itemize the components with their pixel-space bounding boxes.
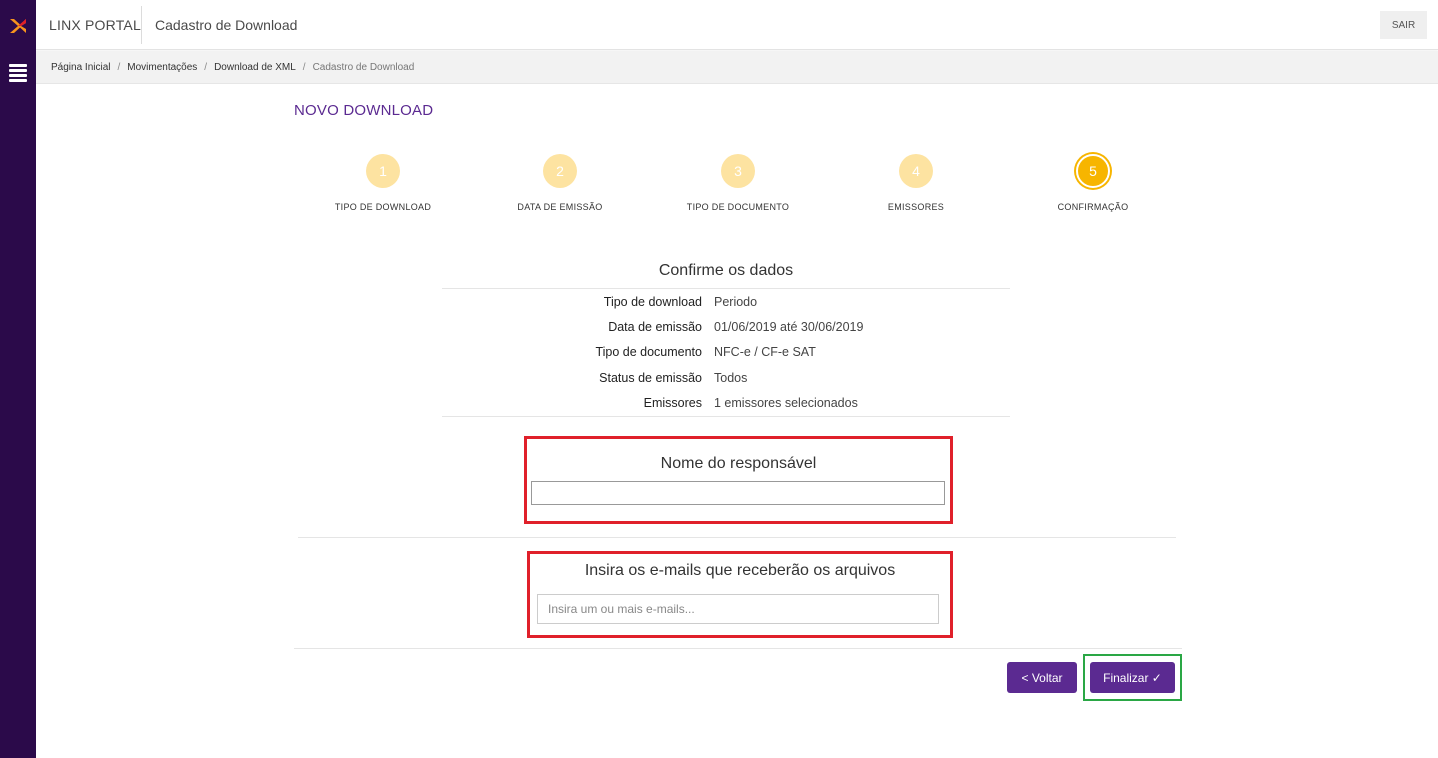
divider — [442, 416, 1010, 417]
breadcrumb-separator: / — [302, 61, 306, 73]
divider — [298, 537, 1176, 538]
summary-value: Periodo — [714, 294, 758, 309]
menu-icon[interactable] — [9, 64, 27, 82]
finish-button[interactable]: Finalizar ✓ — [1090, 662, 1175, 693]
step-label: CONFIRMAÇÃO — [1057, 202, 1129, 212]
step-tipo-download[interactable]: 1 TIPO DE DOWNLOAD — [308, 150, 458, 212]
top-bar: LINX PORTAL Cadastro de Download SAIR — [36, 0, 1438, 50]
summary-value: 1 emissores selecionados — [714, 395, 858, 410]
confirm-summary: Tipo de download Periodo Data de emissão… — [442, 289, 1010, 415]
step-number: 5 — [1076, 154, 1110, 188]
step-tipo-documento[interactable]: 3 TIPO DE DOCUMENTO — [663, 150, 813, 212]
responsible-title: Nome do responsável — [660, 455, 817, 472]
wizard-steps: 1 TIPO DE DOWNLOAD 2 DATA DE EMISSÃO 3 T… — [294, 150, 1182, 220]
divider — [294, 648, 1182, 649]
emails-section: Insira os e-mails que receberão os arqui… — [527, 551, 953, 638]
responsible-name-input[interactable] — [531, 481, 945, 505]
breadcrumb-movimentacoes[interactable]: Movimentações — [127, 62, 197, 73]
breadcrumb-download-xml[interactable]: Download de XML — [214, 62, 296, 73]
summary-key: Data de emissão — [608, 319, 702, 334]
step-number: 1 — [366, 154, 400, 188]
summary-row: Tipo de download Periodo — [442, 289, 1010, 314]
summary-value: 01/06/2019 até 30/06/2019 — [714, 319, 864, 334]
step-number: 4 — [899, 154, 933, 188]
logout-button[interactable]: SAIR — [1380, 11, 1427, 39]
breadcrumb: Página Inicial / Movimentações / Downloa… — [36, 51, 1438, 84]
summary-key: Tipo de download — [603, 294, 702, 309]
summary-row: Status de emissão Todos — [442, 365, 1010, 390]
step-confirmacao[interactable]: 5 CONFIRMAÇÃO — [1018, 150, 1168, 212]
section-title: NOVO DOWNLOAD — [294, 102, 434, 119]
breadcrumb-separator: / — [204, 61, 208, 73]
page-heading: Cadastro de Download — [155, 17, 298, 33]
brand-name: LINX PORTAL — [49, 17, 141, 33]
breadcrumb-home[interactable]: Página Inicial — [51, 62, 110, 73]
summary-row: Data de emissão 01/06/2019 até 30/06/201… — [442, 314, 1010, 339]
step-label: TIPO DE DOWNLOAD — [334, 202, 432, 212]
summary-row: Emissores 1 emissores selecionados — [442, 390, 1010, 415]
emails-input[interactable] — [537, 594, 939, 624]
breadcrumb-separator: / — [117, 61, 121, 73]
step-number: 3 — [721, 154, 755, 188]
step-label: TIPO DE DOCUMENTO — [686, 202, 790, 212]
sidebar — [0, 0, 36, 758]
step-emissores[interactable]: 4 EMISSORES — [841, 150, 991, 212]
linx-logo-icon[interactable] — [8, 16, 28, 36]
finish-highlight: Finalizar ✓ — [1083, 654, 1182, 701]
top-divider — [141, 6, 142, 44]
breadcrumb-current: Cadastro de Download — [312, 61, 415, 73]
summary-key: Emissores — [643, 395, 702, 410]
step-label: EMISSORES — [887, 202, 945, 212]
summary-key: Tipo de documento — [595, 345, 702, 360]
step-data-emissao[interactable]: 2 DATA DE EMISSÃO — [485, 150, 635, 212]
step-number: 2 — [543, 154, 577, 188]
summary-row: Tipo de documento NFC-e / CF-e SAT — [442, 340, 1010, 365]
back-button[interactable]: < Voltar — [1007, 662, 1077, 693]
summary-key: Status de emissão — [599, 370, 702, 385]
confirm-title: Confirme os dados — [658, 262, 794, 279]
step-label: DATA DE EMISSÃO — [517, 202, 603, 212]
responsible-section: Nome do responsável — [524, 436, 953, 524]
summary-value: Todos — [714, 370, 748, 385]
summary-value: NFC-e / CF-e SAT — [714, 345, 816, 360]
emails-title: Insira os e-mails que receberão os arqui… — [584, 562, 896, 579]
